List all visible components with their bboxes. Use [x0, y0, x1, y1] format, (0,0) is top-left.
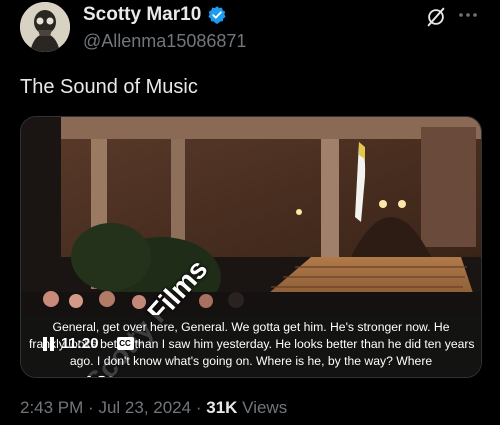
grok-icon[interactable] — [425, 6, 447, 28]
tweet-meta: 2:43 PM · Jul 23, 2024 · 31K Views — [20, 398, 287, 418]
views-label: Views — [242, 398, 288, 417]
author-handle[interactable]: @Allenma15086871 — [83, 31, 246, 52]
caption-line: General, get over here, General. We gott… — [52, 320, 450, 334]
cc-label: CC — [119, 339, 131, 348]
more-options-icon[interactable] — [456, 8, 480, 22]
video-controls: 11:20 CC — [43, 335, 134, 352]
verified-badge-icon[interactable] — [207, 5, 227, 25]
tweet-time[interactable]: 2:43 PM — [20, 398, 83, 417]
closed-captions-icon[interactable]: CC — [116, 337, 134, 350]
tweet-date[interactable]: Jul 23, 2024 — [98, 398, 191, 417]
pause-icon[interactable] — [43, 336, 55, 351]
caption-line: ago. I don't know what's going on. Where… — [69, 354, 433, 368]
meta-separator: · — [88, 398, 94, 417]
meta-separator: · — [195, 398, 202, 417]
tweet-text: The Sound of Music — [20, 76, 198, 98]
views-count: 31K — [206, 398, 238, 417]
author-name-row: Scotty Mar10 — [83, 4, 227, 26]
video-time-remaining: 11:20 — [61, 335, 99, 352]
avatar[interactable] — [20, 2, 70, 52]
video-player[interactable]: Scotty Films General, get over here, Gen… — [20, 116, 482, 378]
avatar-image — [20, 2, 70, 52]
author-display-name[interactable]: Scotty Mar10 — [83, 4, 201, 26]
